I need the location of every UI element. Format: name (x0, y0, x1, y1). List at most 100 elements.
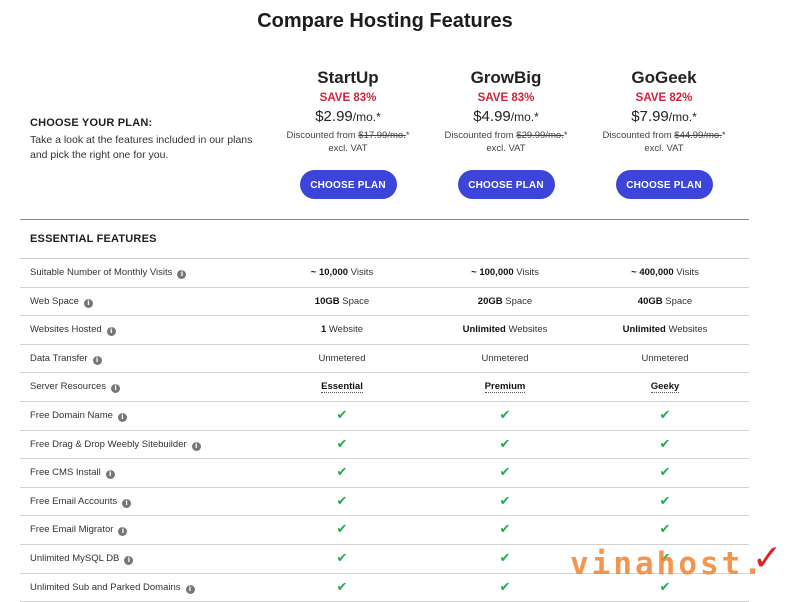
feature-name: Free CMS Install (30, 467, 101, 479)
save-badge: SAVE 83% (477, 92, 535, 104)
info-icon[interactable]: i (117, 412, 127, 422)
feature-label: Web Space i (30, 288, 93, 316)
feature-cell: ✔ (425, 402, 585, 431)
price-amount: $2.99 (315, 108, 353, 125)
save-badge: SAVE 83% (319, 92, 377, 104)
plan-card-gogeek: GoGeek SAVE 82% $7.99/mo.* Discounted from … (584, 68, 744, 199)
watermark-check-icon: ✓ (752, 538, 783, 579)
info-icon[interactable]: i (111, 384, 121, 394)
vat-note: excl. VAT (644, 143, 684, 154)
feature-cell: 40GB Space (585, 288, 745, 316)
feature-cell: Unmetered (262, 345, 422, 373)
info-icon[interactable]: i (124, 555, 134, 565)
feature-name: Free Email Accounts (30, 495, 118, 507)
feature-cell: Unlimited Websites (425, 316, 585, 344)
feature-label: Free Drag & Drop Weebly Sitebuilder i (30, 431, 201, 459)
check-icon: ✔ (336, 550, 348, 566)
plan-price: $4.99/mo.* (426, 108, 586, 125)
feature-cell: ✔ (262, 516, 422, 545)
choose-plan-heading: CHOOSE YOUR PLAN: (30, 117, 153, 129)
feature-cell: Unmetered (585, 345, 745, 373)
plan-intro: CHOOSE YOUR PLAN: Take a look at the fea… (30, 117, 260, 163)
plan-name: GrowBig (470, 68, 542, 87)
info-icon[interactable]: i (177, 270, 187, 279)
feature-cell: ✔ (425, 488, 585, 517)
info-icon[interactable]: i (122, 498, 132, 508)
feature-cell: ✔ (585, 431, 745, 460)
price-amount: $4.99 (473, 108, 511, 125)
feature-cell: Unmetered (425, 345, 585, 373)
feature-value-bold: 10GB (314, 295, 340, 307)
feature-name: Unlimited MySQL DB (30, 552, 120, 564)
feature-value: Unmetered (318, 352, 366, 364)
info-icon[interactable]: i (105, 470, 115, 480)
choose-plan-button-gogeek[interactable]: CHOOSE PLAN (615, 170, 713, 199)
table-row: Web Space i 10GB Space 20GB Space 40GB Space (20, 288, 749, 317)
feature-value: Space (662, 295, 693, 307)
save-badge: SAVE 82% (635, 92, 693, 104)
info-icon[interactable]: i (185, 584, 195, 594)
feature-cell: ~ 400,000 Visits (585, 259, 745, 287)
feature-cell: 20GB Space (425, 288, 585, 316)
check-icon: ✔ (499, 522, 511, 538)
check-icon: ✔ (499, 493, 511, 509)
plan-price: $2.99/mo.* (268, 108, 428, 125)
feature-value: Space (339, 295, 370, 307)
table-row: Data Transfer i Unmetered Unmetered Unmetere… (20, 345, 749, 374)
check-icon: ✔ (659, 407, 671, 423)
info-icon[interactable]: i (191, 441, 201, 451)
check-icon: ✔ (499, 465, 511, 481)
plan-card-growbig: GrowBig SAVE 83% $4.99/mo.* Discounted from… (426, 68, 586, 199)
price-unit: /mo.* (352, 110, 381, 124)
check-icon: ✔ (499, 579, 511, 595)
info-icon[interactable]: i (83, 298, 93, 308)
info-icon[interactable]: i (118, 527, 128, 537)
old-price-suffix: * (721, 130, 726, 141)
feature-value-bold: ~ 10,000 (310, 267, 349, 278)
feature-label: Free Domain Name i (30, 402, 127, 430)
feature-name: Web Space (30, 295, 79, 307)
feature-label: Server Resources i (30, 373, 121, 401)
feature-cell: ~ 100,000 Visits (425, 259, 585, 287)
old-price: $29.99/mo. (516, 130, 564, 141)
table-row: Free Domain Name i ✔ ✔ ✔ (20, 402, 749, 431)
info-icon[interactable]: i (106, 327, 116, 337)
feature-cell: ✔ (425, 516, 585, 545)
feature-cell: 10GB Space (262, 288, 422, 316)
choose-plan-button-growbig[interactable]: CHOOSE PLAN (457, 170, 555, 199)
page-title: Compare Hosting Features (257, 10, 513, 32)
feature-name: Suitable Number of Monthly Visits (30, 267, 173, 278)
vat-note: excl. VAT (328, 143, 368, 154)
info-icon[interactable]: i (92, 355, 102, 365)
feature-value: Unmetered (641, 352, 689, 364)
feature-name: Free Email Migrator (30, 524, 114, 536)
discount-prefix: Discounted from (444, 130, 517, 141)
feature-value-bold: 40GB (637, 295, 663, 307)
plan-card-startup: StartUp SAVE 83% $2.99/mo.* Discounted from… (268, 68, 428, 199)
choose-plan-description: Take a look at the features included in … (30, 134, 253, 161)
tier-value: Geeky (650, 381, 680, 394)
check-icon: ✔ (336, 465, 348, 481)
check-icon: ✔ (659, 493, 671, 509)
feature-label: Free Email Migrator i (30, 516, 128, 544)
feature-name: Server Resources (30, 381, 107, 393)
feature-cell: ✔ (585, 516, 745, 545)
choose-plan-button-startup[interactable]: CHOOSE PLAN (299, 170, 397, 199)
section-heading-essential: ESSENTIAL FEATURES (20, 219, 749, 259)
feature-cell: ✔ (585, 459, 745, 488)
feature-cell: ✔ (425, 545, 585, 574)
feature-label: Free Email Accounts i (30, 488, 132, 516)
plan-price: $7.99/mo.* (584, 108, 744, 125)
feature-cell: ✔ (262, 545, 422, 574)
feature-label: Unlimited MySQL DB i (30, 545, 134, 573)
table-row: Free CMS Install i ✔ ✔ ✔ (20, 459, 749, 488)
feature-value: Websites (505, 324, 548, 336)
feature-label: Suitable Number of Monthly Visits i (30, 259, 187, 287)
check-icon: ✔ (659, 436, 671, 452)
check-icon: ✔ (336, 407, 348, 423)
feature-value-bold: ~ 400,000 (631, 267, 674, 278)
discount-prefix: Discounted from (602, 130, 675, 141)
old-price-suffix: * (563, 130, 568, 141)
feature-cell: ✔ (262, 431, 422, 460)
feature-cell: ✔ (585, 402, 745, 431)
